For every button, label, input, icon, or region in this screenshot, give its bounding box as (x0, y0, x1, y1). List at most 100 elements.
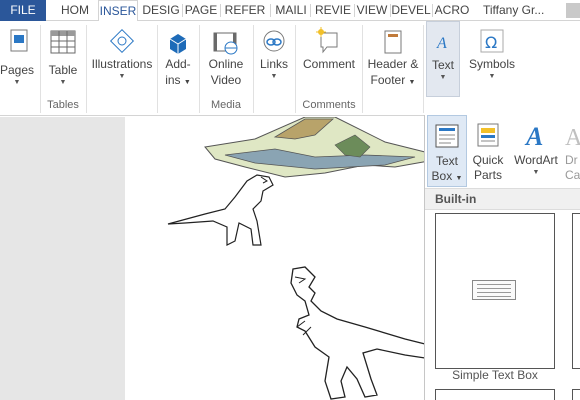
tab-insert[interactable]: INSER (98, 0, 138, 22)
links-button[interactable]: Links ▼ (256, 21, 292, 97)
tab-review[interactable]: REVIE (312, 0, 354, 21)
text-box-icon (435, 124, 459, 148)
wordart-icon: A (524, 122, 543, 149)
tab-home[interactable]: HOM (56, 0, 94, 21)
tab-view[interactable]: VIEW (356, 0, 388, 21)
text-button[interactable]: A Text ▼ (426, 21, 460, 97)
chevron-down-icon: ▼ (183, 79, 191, 86)
link-icon (263, 30, 285, 52)
svg-text:A: A (565, 125, 580, 149)
illustrations-button[interactable]: Illustrations ▼ (90, 21, 154, 97)
group-label-tables: Tables (47, 99, 79, 111)
chevron-down-icon: ▼ (270, 73, 278, 80)
drop-cap-button[interactable]: A Dr Ca (565, 115, 580, 187)
tab-references[interactable]: REFER (222, 0, 268, 21)
header-footer-label-line2: Footer (370, 73, 406, 87)
text-box-label-line1: Text (435, 154, 458, 168)
group-divider (157, 25, 158, 113)
text-box-thumbnail-partial[interactable] (572, 213, 580, 369)
text-box-thumbnail-partial[interactable] (435, 389, 555, 400)
simple-text-box-thumbnail[interactable] (435, 213, 555, 369)
comment-button[interactable]: Comment (298, 21, 360, 97)
symbols-button[interactable]: Ω Symbols ▼ (466, 21, 518, 97)
tab-acrobat[interactable]: ACRO (433, 0, 471, 21)
svg-text:A: A (436, 35, 447, 52)
comment-label: Comment (302, 57, 355, 71)
text-box-gallery: TextBox ▼ QuickParts ▼ A WordArt ▼ A DrCa… (424, 115, 580, 400)
dinosaur-clipart (167, 117, 465, 400)
header-footer-button[interactable]: Header & Footer ▼ (364, 21, 422, 97)
tab-page-layout[interactable]: PAGE (184, 0, 218, 21)
svg-text:A: A (524, 122, 543, 149)
video-icon (213, 32, 238, 55)
pages-button[interactable]: Pages ▼ (0, 21, 34, 97)
header-footer-label-line1: Header & (367, 57, 419, 71)
drop-cap-icon: A (565, 125, 580, 149)
store-icon (169, 34, 187, 54)
text-box-button[interactable]: Text Box ▼ (427, 115, 467, 187)
chevron-down-icon: ▼ (439, 74, 447, 81)
tab-separator (310, 4, 311, 17)
chevron-down-icon: ▼ (455, 175, 463, 182)
quick-parts-label-line1: Quick (472, 153, 504, 167)
user-avatar[interactable] (566, 3, 580, 18)
insert-ribbon: Pages ▼ Table ▼ Tables Illustrations ▼ Add-… (0, 21, 580, 116)
tab-design[interactable]: DESIG (142, 0, 180, 21)
tab-file[interactable]: FILE (0, 0, 46, 21)
group-divider (253, 25, 254, 113)
user-account-name[interactable]: Tiffany Gr... (483, 0, 544, 21)
table-label: Table (48, 63, 78, 77)
tab-separator (220, 4, 221, 17)
group-divider (40, 25, 41, 113)
group-divider (362, 25, 363, 113)
simple-text-box-label: Simple Text Box (452, 368, 538, 382)
new-comment-icon (316, 27, 338, 54)
text-box-thumbnail-partial[interactable] (572, 389, 580, 400)
svg-text:Ω: Ω (485, 33, 497, 52)
tab-separator (270, 4, 271, 17)
wordart-button[interactable]: A WordArt ▼ (509, 115, 563, 187)
pages-icon (10, 29, 28, 52)
table-button[interactable]: Table ▼ (44, 21, 82, 97)
online-video-label-line1: Online (208, 57, 244, 71)
group-divider (86, 25, 87, 113)
chevron-down-icon: ▼ (13, 79, 21, 86)
group-label-media: Media (211, 99, 241, 111)
illustrations-icon (109, 28, 135, 54)
add-ins-label-line2: ins (165, 73, 181, 87)
group-divider (199, 25, 200, 113)
wordart-label: WordArt (514, 153, 558, 167)
online-video-label-line2: Video (210, 73, 242, 87)
tab-separator (354, 4, 355, 17)
online-video-button[interactable]: Online Video (202, 21, 250, 97)
add-ins-label-line1: Add- (165, 57, 191, 71)
add-ins-button[interactable]: Add-ins ▼ (160, 21, 196, 97)
symbols-label: Symbols (468, 57, 515, 71)
ribbon-tab-bar: FILE HOM INSER DESIG PAGE REFER MAILI RE… (0, 0, 580, 22)
text-box-label-line2: Box (431, 169, 453, 183)
quick-parts-icon (477, 123, 499, 147)
quick-parts-button[interactable]: QuickParts ▼ (469, 115, 507, 196)
drop-cap-label-line2: Ca (565, 168, 580, 182)
links-label: Links (259, 57, 288, 71)
chevron-down-icon: ▼ (118, 73, 126, 80)
illustrations-label: Illustrations (91, 57, 153, 71)
group-divider (295, 25, 296, 113)
group-label-comments: Comments (302, 99, 356, 111)
tab-developer[interactable]: DEVEL (391, 0, 431, 21)
drop-cap-label-line1: Dr (565, 153, 578, 167)
quick-parts-label-line2: Parts (473, 168, 502, 182)
text-icon: A (436, 35, 447, 52)
group-divider (423, 25, 424, 113)
tab-separator (182, 4, 183, 17)
chevron-down-icon: ▼ (59, 79, 67, 86)
text-box-preview (472, 280, 516, 300)
table-icon (50, 30, 76, 54)
text-label: Text (431, 58, 454, 72)
tab-mailings[interactable]: MAILI (272, 0, 310, 21)
chevron-down-icon: ▼ (408, 79, 416, 86)
pages-label: Pages (0, 63, 35, 77)
chevron-down-icon: ▼ (532, 169, 540, 176)
omega-icon: Ω (480, 29, 504, 53)
chevron-down-icon: ▼ (488, 73, 496, 80)
